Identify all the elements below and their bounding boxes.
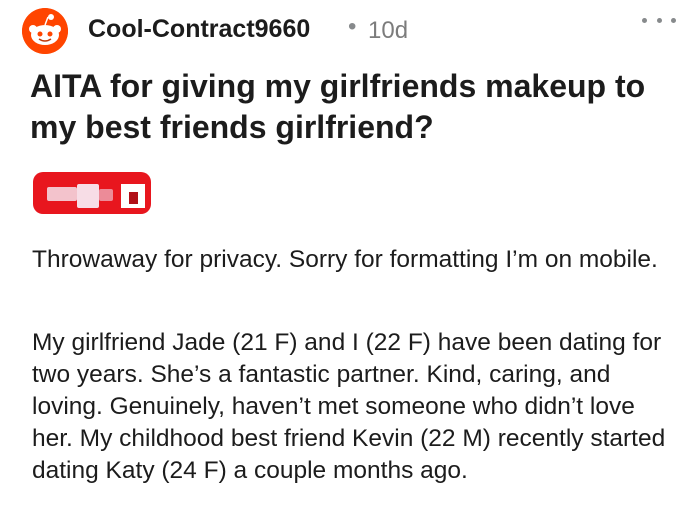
post-header: Cool-Contract9660 • 10d	[22, 6, 678, 54]
redaction-block	[99, 189, 113, 201]
redaction-block	[47, 187, 77, 201]
post-flair-redacted[interactable]	[33, 172, 151, 214]
post-title[interactable]: AITA for giving my girlfriends makeup to…	[30, 66, 680, 148]
redaction-block	[77, 184, 99, 208]
post-author[interactable]: Cool-Contract9660	[88, 15, 310, 44]
reddit-snoo-icon[interactable]	[22, 8, 68, 54]
meta-separator: •	[348, 13, 357, 40]
dot-icon	[642, 17, 647, 23]
redaction-block	[129, 192, 138, 204]
dot-icon	[656, 17, 662, 23]
post-body-paragraph: Throwaway for privacy. Sorry for formatt…	[32, 246, 658, 273]
dot-icon	[671, 17, 676, 23]
more-options-icon[interactable]	[642, 8, 676, 32]
post-body-paragraph: My girlfriend Jade (21 F) and I (22 F) h…	[32, 329, 666, 484]
post-age: 10d	[368, 17, 409, 44]
